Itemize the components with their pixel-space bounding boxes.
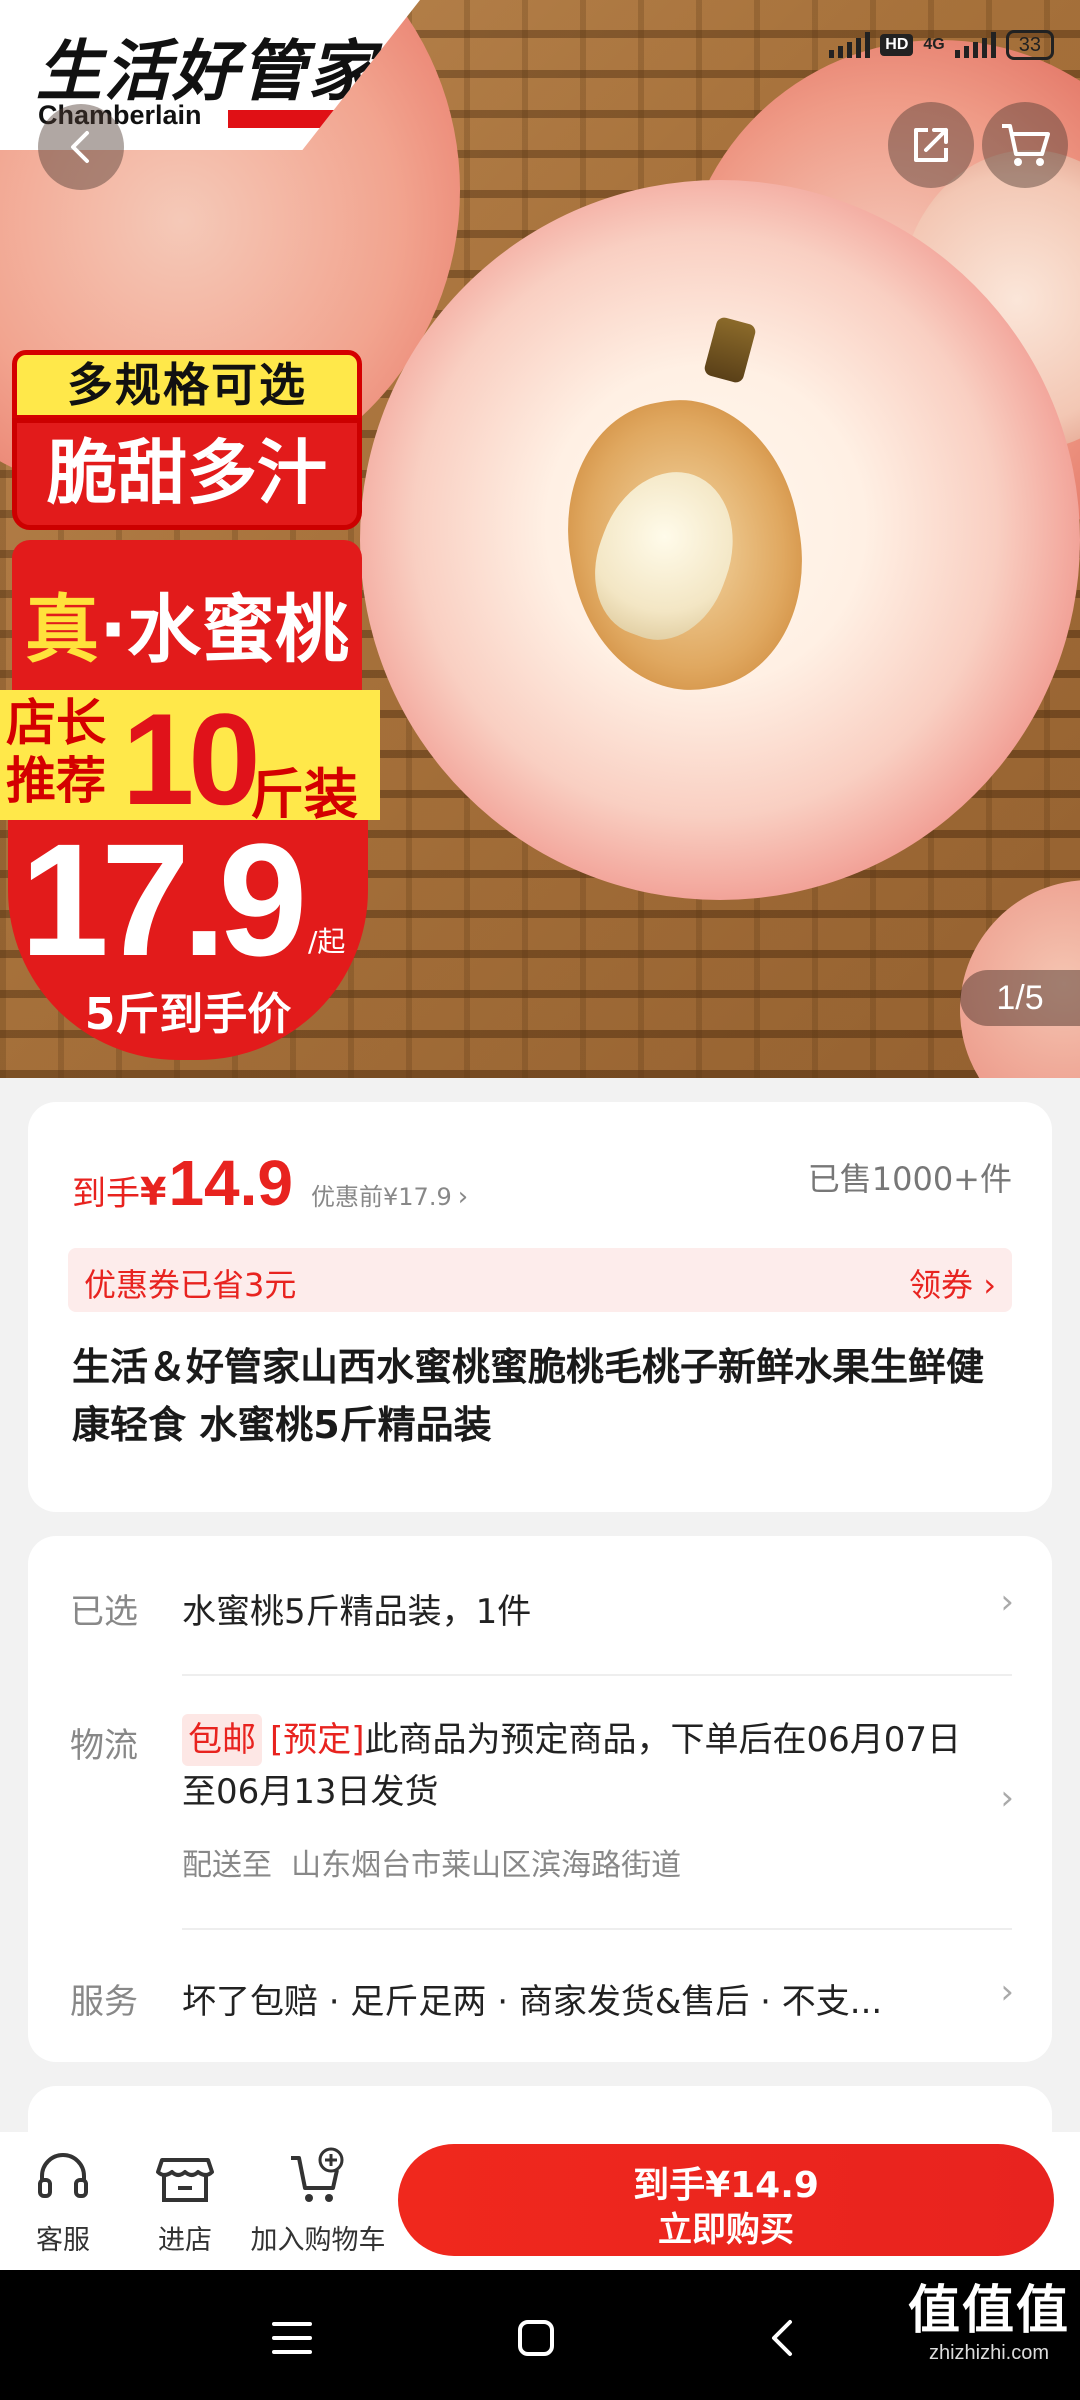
chevron-right-icon[interactable]: › — [1000, 1778, 1014, 1818]
promo-zhen: 真 — [24, 587, 99, 673]
divider — [182, 1928, 1012, 1930]
store-icon — [156, 2158, 214, 2202]
customer-service-button[interactable]: 客服 — [24, 2146, 102, 2257]
share-icon — [914, 128, 948, 162]
back-button[interactable] — [38, 104, 124, 190]
signal-icon-2 — [954, 32, 996, 58]
price-card: 到手 ¥ 14.9 优惠前¥17.9 › 已售1000+件 优惠券已省3元 领券… — [28, 1102, 1052, 1512]
coupon-saved-text: 优惠券已省3元 — [84, 1266, 297, 1304]
logistics-info: 包邮 [预定]此商品为预定商品，下单后在06月07日至06月13日发货 — [182, 1714, 992, 1818]
battery-indicator: 33 — [1005, 30, 1054, 60]
chevron-right-icon[interactable]: › — [1000, 1972, 1014, 2012]
detail-card: 已选 水蜜桃5斤精品装，1件 › 物流 包邮 [预定]此商品为预定商品，下单后在0… — [28, 1536, 1052, 2062]
store-button[interactable]: 进店 — [150, 2146, 220, 2257]
promo-line-2: 脆甜多汁 — [12, 418, 362, 530]
ship-to-address: 山东烟台市莱山区滨海路街道 — [291, 1848, 682, 1883]
product-title: 生活＆好管家山西水蜜桃蜜脆桃毛桃子新鲜水果生鲜健康轻食 水蜜桃5斤精品装 — [72, 1345, 985, 1447]
promo-line-1: 多规格可选 — [12, 350, 362, 420]
chevron-right-icon[interactable]: › — [1000, 1582, 1014, 1622]
buy-now-price: 到手¥14.9 — [633, 2165, 819, 2206]
service-value: 坏了包赔 · 足斤足两 · 商家发货&售后 · 不支... — [182, 1982, 883, 2022]
coupon-bar[interactable]: 优惠券已省3元 领券 › — [68, 1248, 1012, 1312]
menu-icon — [272, 2322, 312, 2354]
selected-value: 水蜜桃5斤精品装，1件 — [182, 1592, 532, 1632]
cart-plus-icon — [291, 2147, 344, 2202]
ship-to: 配送至 山东烟台市莱山区滨海路街道 — [182, 1840, 681, 1884]
price-row: 到手 ¥ 14.9 优惠前¥17.9 › — [72, 1146, 468, 1220]
promo-price-block: 17.9 /起 5斤到手价 — [8, 820, 368, 1060]
cart-icon — [1002, 124, 1050, 166]
promo-line-4: 店长推荐 10 斤装 — [0, 686, 380, 832]
store-label: 进店 — [158, 2225, 212, 2256]
chevron-left-icon — [71, 131, 89, 163]
system-back-button[interactable] — [752, 2308, 812, 2368]
service-label: 服务 — [70, 1982, 138, 2022]
status-bar: HD 4G 33 — [829, 30, 1054, 60]
promo-price-sub: 5斤到手价 — [84, 989, 292, 1040]
add-to-cart-button[interactable]: 加入购物车 — [248, 2146, 388, 2257]
get-coupon-button[interactable]: 领券 › — [909, 1260, 996, 1306]
network-type: 4G — [923, 36, 945, 53]
price-amount: 14.9 — [168, 1147, 294, 1219]
watermark-url: zhizhizhi.com — [928, 2342, 1050, 2364]
preorder-tag: [预定] — [270, 1720, 365, 1760]
price-currency: ¥ — [140, 1170, 167, 1214]
promo-recommend: 店长推荐 — [6, 694, 106, 810]
buy-now-label: 立即购买 — [658, 2210, 794, 2250]
watermark: 值值值 zhizhizhi.com — [908, 2280, 1070, 2365]
gallery-pager: 1/5 — [960, 970, 1080, 1026]
recent-apps-button[interactable] — [262, 2308, 322, 2368]
signal-icon — [829, 32, 871, 58]
chevron-right-icon[interactable]: › — [458, 1182, 468, 1212]
headset-icon — [38, 2153, 88, 2198]
promo-price-suffix: /起 — [308, 925, 346, 958]
divider — [182, 1674, 1012, 1676]
promo-price: 17.9 — [20, 810, 307, 989]
free-shipping-tag: 包邮 — [182, 1714, 262, 1766]
buy-now-button[interactable]: 到手¥14.9 立即购买 — [398, 2144, 1054, 2256]
promo-line-3: 真·水蜜桃 — [12, 540, 362, 690]
promo-peach: ·水蜜桃 — [98, 587, 350, 673]
logistics-label: 物流 — [70, 1726, 138, 1766]
home-square-icon — [518, 2320, 554, 2356]
price-before-discount[interactable]: 优惠前¥17.9 — [311, 1177, 452, 1212]
product-gallery[interactable]: 生活好管家 Chamberlain HD 4G 33 多规格可选 脆甜多汁 真·… — [0, 0, 1080, 1078]
back-chevron-icon — [772, 2320, 792, 2356]
system-nav-bar: 值值值 zhizhizhi.com — [0, 2270, 1080, 2400]
ship-to-label: 配送至 — [182, 1848, 272, 1883]
bottom-action-bar: 客服 进店 加入购物车 到手¥14.9 立即购买 — [0, 2132, 1080, 2270]
sold-count: 已售1000+件 — [807, 1160, 1012, 1198]
customer-service-label: 客服 — [36, 2225, 90, 2256]
cart-button[interactable] — [982, 102, 1068, 188]
watermark-logo: 值值值 — [907, 2281, 1070, 2341]
selected-label: 已选 — [70, 1592, 138, 1632]
hd-badge: HD — [880, 34, 914, 56]
add-to-cart-label: 加入购物车 — [250, 2225, 386, 2256]
home-button[interactable] — [506, 2308, 566, 2368]
share-button[interactable] — [888, 102, 974, 188]
price-prefix: 到手 — [72, 1174, 140, 1214]
